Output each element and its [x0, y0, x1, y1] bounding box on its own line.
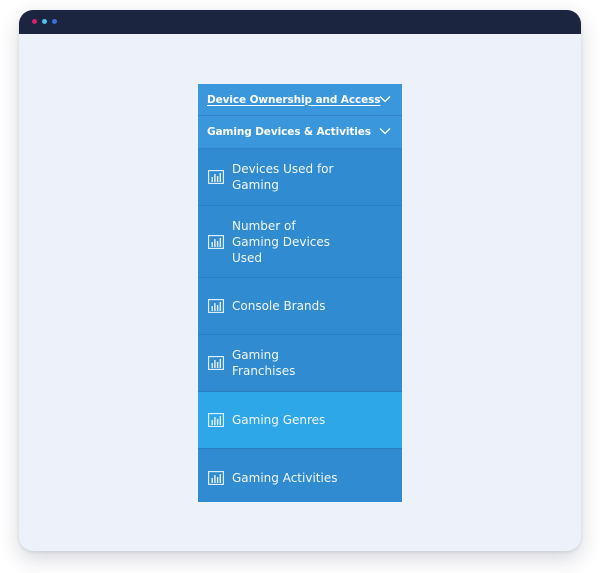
menu-item-label: Number of Gaming Devices Used [232, 218, 331, 265]
bar-chart-icon [208, 413, 224, 427]
menu-item-number-of-gaming-devices[interactable]: Number of Gaming Devices Used [198, 206, 402, 278]
window-titlebar [19, 10, 581, 34]
window-dot-maximize[interactable] [52, 19, 57, 24]
section-header-gaming-devices[interactable]: Gaming Devices & Activities [198, 116, 402, 149]
section-label[interactable]: Device Ownership and Access [207, 94, 381, 106]
chevron-down-icon[interactable] [379, 127, 391, 135]
menu-item-label: Gaming Franchises [232, 348, 296, 378]
menu-item-devices-used-for-gaming[interactable]: Devices Used for Gaming [198, 149, 402, 206]
side-menu: Device Ownership and Access Gaming Devic… [198, 84, 402, 502]
bar-chart-icon [208, 356, 224, 370]
section-header-device-ownership[interactable]: Device Ownership and Access [198, 84, 402, 116]
section-label: Gaming Devices & Activities [207, 126, 371, 138]
bar-chart-icon [208, 470, 224, 485]
menu-item-console-brands[interactable]: Console Brands [198, 278, 402, 335]
bar-chart-icon [208, 299, 224, 313]
menu-item-gaming-activities[interactable]: Gaming Activities [198, 449, 402, 502]
browser-window: Device Ownership and Access Gaming Devic… [19, 10, 581, 551]
window-dot-minimize[interactable] [42, 19, 47, 24]
bar-chart-icon [208, 170, 224, 184]
menu-item-label: Gaming Genres [232, 413, 326, 427]
bar-chart-icon [208, 234, 224, 249]
menu-item-gaming-genres[interactable]: Gaming Genres [198, 392, 402, 449]
menu-item-label: Devices Used for Gaming [232, 162, 334, 192]
chevron-down-icon[interactable] [379, 95, 391, 103]
menu-item-label: Console Brands [232, 299, 326, 313]
window-dot-close[interactable] [32, 19, 37, 24]
menu-item-label: Gaming Activities [232, 470, 338, 485]
menu-item-gaming-franchises[interactable]: Gaming Franchises [198, 335, 402, 392]
